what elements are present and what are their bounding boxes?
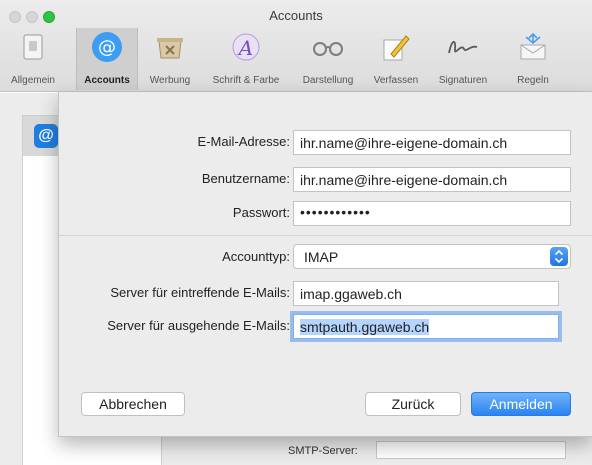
smtp-server-field[interactable] [376, 441, 566, 459]
toolbar-item-schrift-farbe[interactable]: A Schrift & Farbe [200, 28, 292, 90]
account-at-icon: @ [34, 124, 58, 148]
toolbar-item-verfassen[interactable]: Verfassen [364, 28, 428, 90]
account-type-label: Accounttyp: [222, 249, 290, 264]
window-title: Accounts [269, 8, 323, 23]
incoming-server-field[interactable]: imap.ggaweb.ch [293, 281, 559, 306]
email-label: E-Mail-Adresse: [197, 134, 290, 149]
toolbar-item-accounts[interactable]: @ Accounts [76, 28, 138, 90]
password-field[interactable]: •••••••••••• [293, 201, 571, 226]
window-titlebar: Accounts Allgemein @ Accounts Werbung A … [0, 0, 592, 92]
section-divider [59, 235, 592, 236]
smtp-server-label: SMTP-Server: [288, 445, 358, 457]
toolbar-item-regeln[interactable]: Regeln [506, 28, 560, 90]
add-account-sheet: E-Mail-Adresse: ihr.name@ihre-eigene-dom… [58, 92, 592, 437]
chevron-updown-icon [550, 247, 568, 266]
account-type-select[interactable]: IMAP [293, 244, 571, 269]
glasses-icon [311, 30, 345, 64]
toolbar-item-allgemein[interactable]: Allgemein [0, 28, 66, 90]
toolbar-item-darstellung[interactable]: Darstellung [292, 28, 364, 90]
cancel-button[interactable]: Abbrechen [81, 392, 185, 416]
svg-text:@: @ [98, 37, 116, 58]
outgoing-server-selected-text: smtpauth.ggaweb.ch [300, 319, 430, 335]
signature-icon [446, 30, 480, 64]
pencil-icon [379, 30, 413, 64]
outgoing-server-field[interactable]: smtpauth.ggaweb.ch [293, 314, 559, 339]
toolbar-item-werbung[interactable]: Werbung [140, 28, 200, 90]
username-field[interactable]: ihr.name@ihre-eigene-domain.ch [293, 167, 571, 192]
username-label: Benutzername: [201, 171, 290, 186]
font-color-icon: A [229, 30, 263, 64]
email-field[interactable]: ihr.name@ihre-eigene-domain.ch [293, 130, 571, 155]
incoming-server-label: Server für eintreffende E-Mails: [110, 285, 290, 300]
password-label: Passwort: [232, 205, 290, 220]
svg-text:A: A [237, 36, 253, 60]
back-button[interactable]: Zurück [365, 392, 461, 416]
outgoing-server-label: Server für ausgehende E-Mails: [107, 318, 290, 333]
account-type-value: IMAP [304, 249, 339, 265]
junk-mail-icon [153, 30, 187, 64]
signin-button[interactable]: Anmelden [471, 392, 571, 416]
rules-icon [516, 30, 550, 64]
at-sign-icon: @ [90, 30, 124, 64]
toolbar-item-signaturen[interactable]: Signaturen [428, 28, 498, 90]
switch-icon [16, 30, 50, 64]
